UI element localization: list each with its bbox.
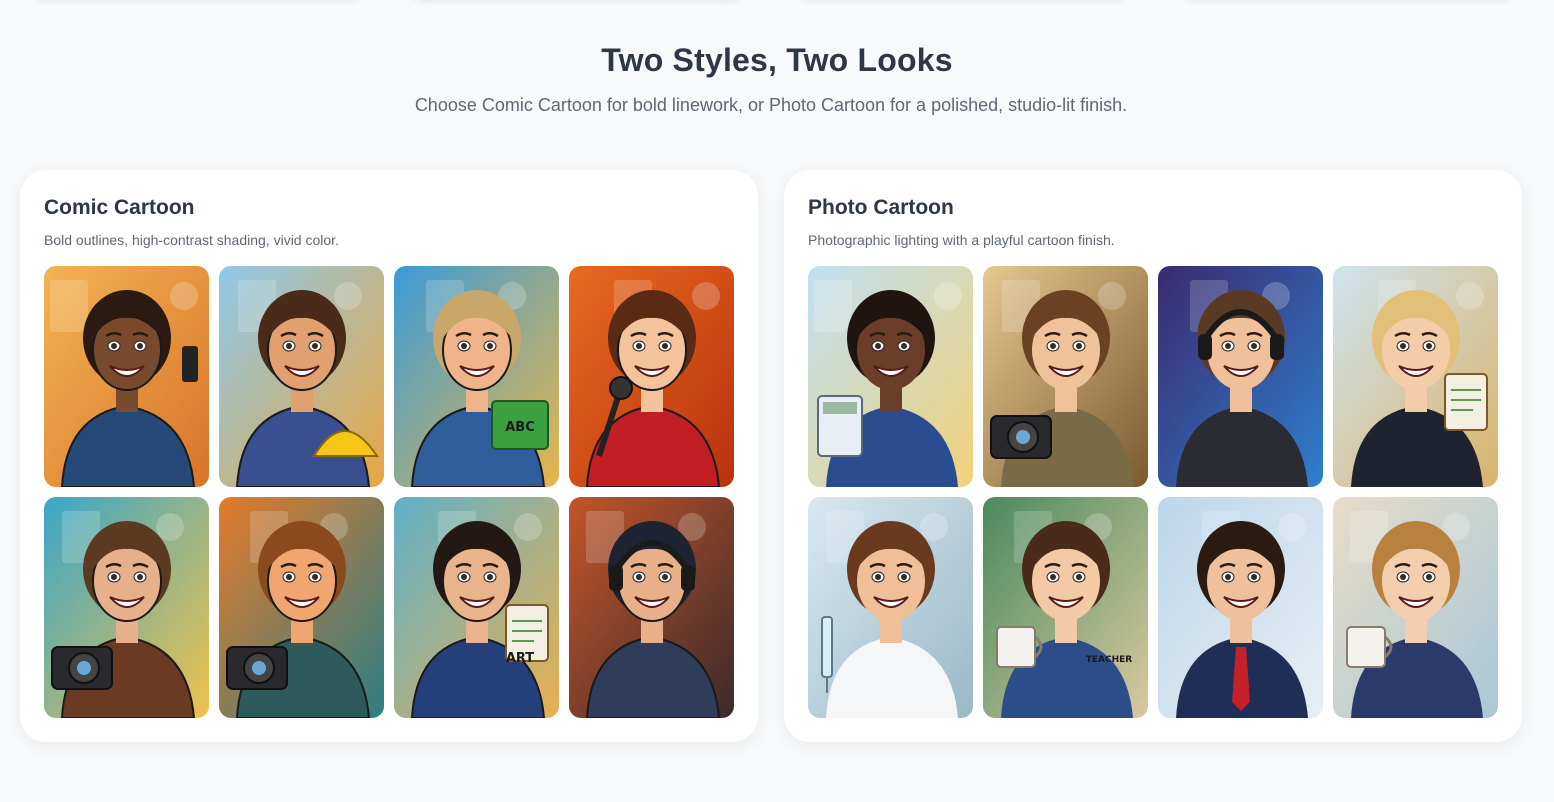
clipboard-prop (1444, 373, 1488, 431)
calculator-prop (817, 395, 863, 457)
panel-title: Photo Cartoon (808, 196, 954, 219)
cartoon-sample-image[interactable] (1333, 497, 1498, 718)
cartoon-sample-image[interactable] (569, 266, 734, 487)
portrait-illustration (808, 266, 973, 487)
photo-image-grid: TEACHER (808, 266, 1498, 718)
portrait-illustration (569, 497, 734, 718)
previous-section-cards (0, 0, 1554, 2)
cartoon-sample-image[interactable] (1158, 266, 1323, 487)
camera-prop (51, 646, 113, 690)
cartoon-sample-image[interactable] (219, 497, 384, 718)
portrait-illustration (569, 266, 734, 487)
portrait-illustration: ABC (394, 266, 559, 487)
portrait-illustration (219, 497, 384, 718)
photo-cartoon-card: Photo Cartoon Photographic lighting with… (784, 170, 1522, 742)
prop-label: ABC (505, 420, 535, 435)
portrait-illustration (1333, 266, 1498, 487)
portrait-illustration: TEACHER (983, 497, 1148, 718)
cartoon-sample-image[interactable] (983, 266, 1148, 487)
portrait-illustration (44, 266, 209, 487)
mug-prop (996, 626, 1043, 668)
camera-prop (990, 415, 1052, 459)
cartoon-sample-image[interactable] (44, 266, 209, 487)
portrait-illustration (1158, 497, 1323, 718)
portrait-illustration (1333, 497, 1498, 718)
camera-prop (226, 646, 288, 690)
phone-prop (182, 346, 198, 382)
portrait-illustration (808, 497, 973, 718)
cartoon-sample-image[interactable] (808, 266, 973, 487)
prop-label: ART (506, 651, 534, 666)
cartoon-sample-image[interactable]: ABC (394, 266, 559, 487)
panel-description: Photographic lighting with a playful car… (808, 232, 1115, 248)
portrait-illustration (219, 266, 384, 487)
portrait-illustration (983, 266, 1148, 487)
cartoon-sample-image[interactable] (808, 497, 973, 718)
prop-label: TEACHER (1086, 655, 1133, 665)
cartoon-sample-image[interactable] (569, 497, 734, 718)
cartoon-sample-image[interactable] (219, 266, 384, 487)
portrait-illustration: ART (394, 497, 559, 718)
panel-description: Bold outlines, high-contrast shading, vi… (44, 232, 339, 248)
cartoon-sample-image[interactable] (44, 497, 209, 718)
section-subtitle: Choose Comic Cartoon for bold linework, … (414, 95, 1128, 115)
mug-prop (1346, 626, 1393, 668)
portrait-illustration (1158, 266, 1323, 487)
cartoon-sample-image[interactable]: TEACHER (983, 497, 1148, 718)
portrait-illustration (44, 497, 209, 718)
cartoon-sample-image[interactable] (1158, 497, 1323, 718)
comic-image-grid: ABC ART (44, 266, 734, 718)
comic-cartoon-card: Comic Cartoon Bold outlines, high-contra… (20, 170, 758, 742)
section-title: Two Styles, Two Looks (601, 42, 953, 78)
cartoon-sample-image[interactable]: ART (394, 497, 559, 718)
cartoon-sample-image[interactable] (1333, 266, 1498, 487)
panel-title: Comic Cartoon (44, 196, 195, 219)
